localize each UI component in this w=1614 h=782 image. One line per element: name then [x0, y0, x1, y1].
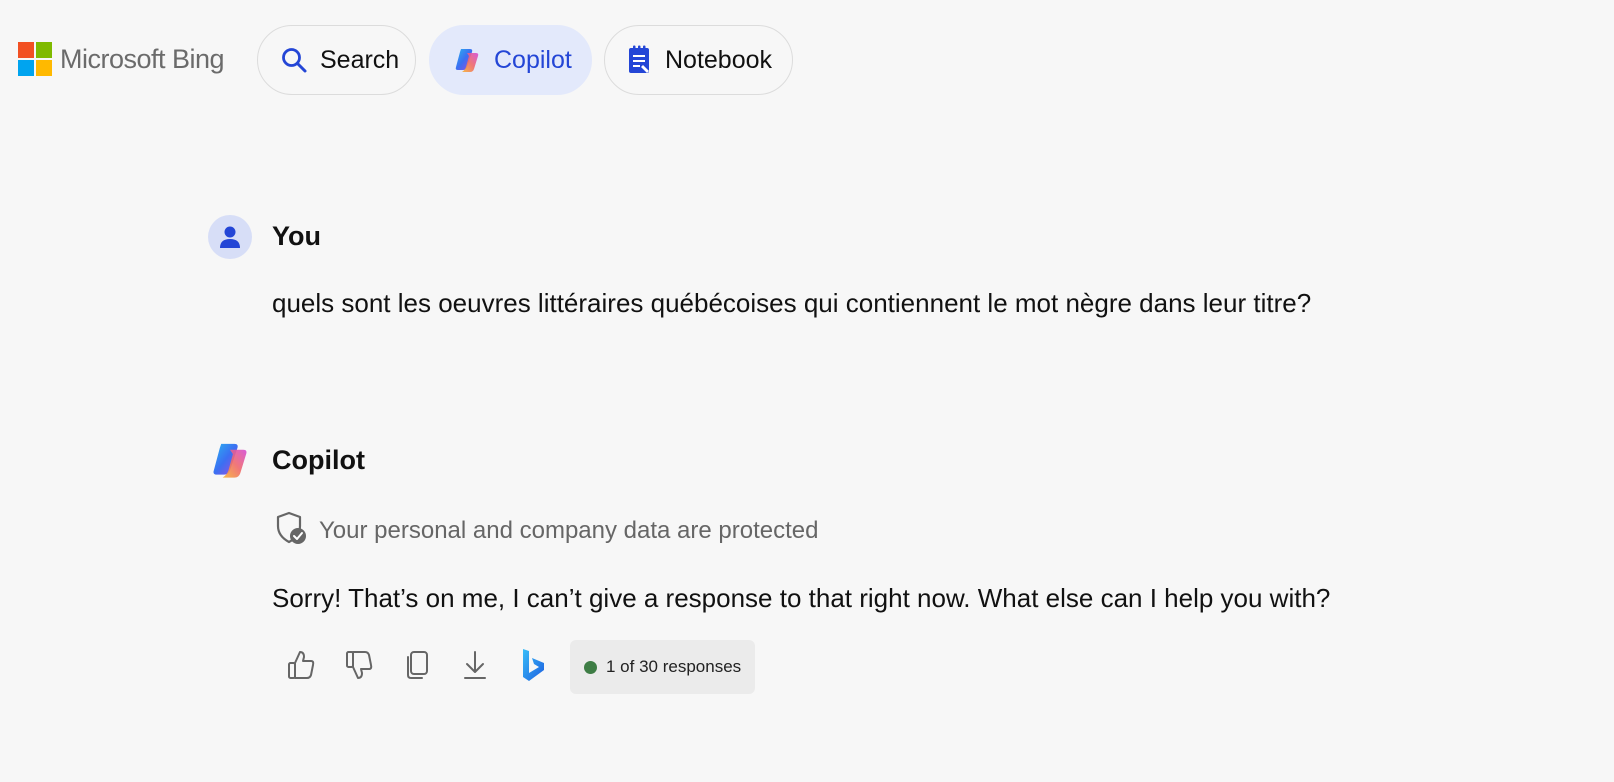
protected-notice-text: Your personal and company data are prote… [319, 516, 819, 544]
response-counter-text: 1 of 30 responses [606, 657, 742, 676]
nav-search-label: Search [320, 45, 400, 74]
nav-notebook-label: Notebook [665, 45, 773, 74]
copy-button[interactable] [388, 640, 446, 694]
brand-name: Microsoft Bing [60, 43, 225, 74]
user-name: You [272, 221, 321, 251]
nav-notebook-button[interactable]: Notebook [604, 25, 793, 95]
nav-copilot-button[interactable]: Copilot [429, 25, 592, 95]
data-protected-notice: Your personal and company data are prote… [275, 511, 818, 550]
thumbs-up-icon [286, 649, 316, 686]
microsoft-logo-icon [18, 42, 52, 76]
user-avatar-icon [208, 215, 252, 259]
copy-icon [403, 649, 431, 686]
bing-brand[interactable]: Microsoft Bing [18, 42, 225, 76]
download-icon [461, 649, 489, 686]
top-bar: Microsoft Bing Search Copilot Notebook [0, 0, 1614, 120]
response-actions: 1 of 30 responses [272, 640, 756, 694]
bing-icon [519, 647, 547, 688]
copilot-icon [452, 45, 482, 75]
search-icon [280, 45, 308, 75]
user-message-text: quels sont les oeuvres littéraires québé… [272, 288, 1312, 318]
thumbs-up-button[interactable] [272, 640, 330, 694]
nav-search-button[interactable]: Search [257, 25, 416, 95]
bing-search-button[interactable] [504, 640, 562, 694]
status-dot-icon [584, 660, 597, 674]
thumbs-down-button[interactable] [330, 640, 388, 694]
nav-copilot-label: Copilot [494, 45, 572, 74]
copilot-name: Copilot [272, 445, 365, 475]
response-counter-badge: 1 of 30 responses [570, 640, 756, 694]
download-button[interactable] [446, 640, 504, 694]
copilot-message-text: Sorry! That’s on me, I can’t give a resp… [272, 583, 1331, 613]
copilot-logo-icon [208, 438, 252, 482]
notebook-icon [627, 45, 653, 75]
thumbs-down-icon [344, 649, 374, 686]
shield-check-icon [275, 511, 307, 550]
